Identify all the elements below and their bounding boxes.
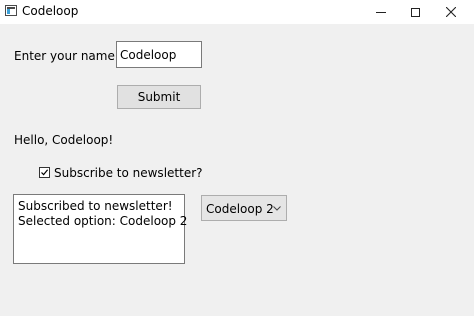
option-combobox[interactable]: Codeloop 2	[201, 195, 287, 221]
maximize-icon	[410, 7, 420, 17]
close-button[interactable]	[428, 0, 474, 24]
close-icon	[446, 7, 456, 17]
output-line: Selected option: Codeloop 2	[18, 214, 188, 228]
checkmark-icon	[41, 169, 49, 176]
output-text-area[interactable]: Subscribed to newsletter! Selected optio…	[13, 194, 188, 264]
greeting-text: Hello, Codeloop!	[14, 133, 114, 147]
app-window-icon	[5, 5, 17, 16]
combobox-selected-value: Codeloop 2	[206, 202, 274, 216]
title-bar: Codeloop	[0, 0, 474, 24]
output-line: Subscribed to newsletter!	[18, 199, 173, 213]
subscribe-checkbox-label[interactable]: Subscribe to newsletter?	[54, 166, 203, 180]
chevron-down-icon	[273, 206, 281, 211]
minimize-icon	[376, 11, 386, 13]
subscribe-checkbox[interactable]	[39, 167, 50, 178]
submit-button[interactable]: Submit	[117, 85, 201, 109]
window-title: Codeloop	[22, 4, 79, 18]
name-label: Enter your name:	[14, 49, 119, 63]
name-input[interactable]	[116, 41, 202, 68]
